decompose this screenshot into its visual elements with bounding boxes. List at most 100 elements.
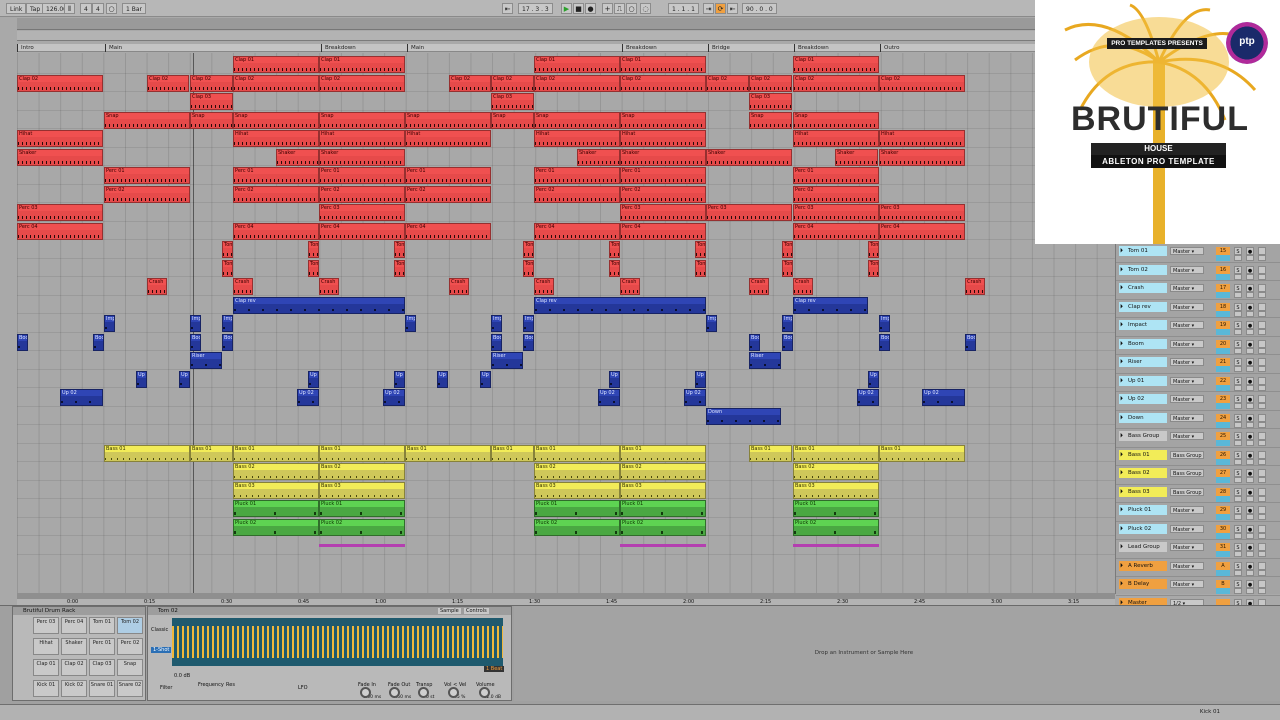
shot-mode[interactable]: 1-Shot <box>151 647 172 653</box>
pan-control[interactable] <box>1216 347 1230 354</box>
stop-icon[interactable]: ■ <box>573 3 584 14</box>
output-routing-select[interactable]: Master ▾ <box>1170 543 1204 551</box>
solo-button[interactable]: S <box>1234 395 1242 403</box>
mixer-subbutton[interactable] <box>1258 514 1266 520</box>
clip[interactable]: Perc 01 <box>405 167 491 184</box>
solo-button[interactable]: S <box>1234 265 1242 274</box>
pan-control[interactable] <box>1216 255 1230 261</box>
mixer-row-pluck-01[interactable]: Pluck 01Master ▾ 29 S ● <box>1116 503 1280 522</box>
clip[interactable]: Riser <box>190 352 222 369</box>
track-name[interactable]: Riser <box>1119 357 1167 367</box>
pan-control[interactable] <box>1216 569 1230 576</box>
mixer-subbutton[interactable] <box>1258 347 1266 354</box>
mixer-subbutton[interactable] <box>1246 477 1254 483</box>
clip[interactable]: Boo <box>17 333 28 351</box>
clip[interactable]: Bass 01 <box>879 444 965 462</box>
track-lane-crash[interactable]: Crash Crash Crash Crash Crash Crash Crash Crash… <box>17 277 1115 296</box>
metronome-icon[interactable]: ⦀ <box>64 3 75 14</box>
drum-pad[interactable]: Perc 03 <box>33 617 59 634</box>
solo-button[interactable]: S <box>1234 543 1242 551</box>
clip[interactable]: Up 02 <box>598 389 620 406</box>
clip[interactable]: Pluck 01 <box>534 500 620 517</box>
monitor-button[interactable] <box>1258 247 1266 255</box>
clip[interactable] <box>620 544 706 547</box>
clip[interactable]: Crash <box>793 278 813 295</box>
arm-button[interactable]: ● <box>1246 284 1254 292</box>
monitor-button[interactable] <box>1258 432 1266 440</box>
arm-button[interactable]: ● <box>1246 580 1254 588</box>
output-routing-select[interactable]: Bass Group ▾ <box>1170 450 1204 459</box>
monitor-button[interactable] <box>1258 469 1266 477</box>
solo-button[interactable]: S <box>1234 561 1242 570</box>
mixer-subbutton[interactable] <box>1246 403 1254 409</box>
drum-pad[interactable]: Tom 02 <box>117 617 143 634</box>
clip[interactable]: Bass 01 <box>319 444 405 462</box>
monitor-button[interactable] <box>1258 321 1266 329</box>
pan-control[interactable] <box>1216 440 1230 446</box>
monitor-button[interactable] <box>1258 543 1266 551</box>
clip[interactable]: Tom <box>394 259 405 277</box>
mixer-subbutton[interactable] <box>1234 458 1242 465</box>
mixer-subbutton[interactable] <box>1258 569 1266 576</box>
mixer-subbutton[interactable] <box>1234 255 1242 261</box>
clip[interactable]: Hihat <box>793 130 879 147</box>
pan-control[interactable] <box>1216 532 1230 539</box>
clip[interactable]: Snap <box>793 111 879 129</box>
arrangement-overview[interactable] <box>17 18 1035 30</box>
mixer-subbutton[interactable] <box>1234 310 1242 317</box>
mixer-subbutton[interactable] <box>1234 292 1242 298</box>
locator-main[interactable]: Main <box>407 44 424 52</box>
clip[interactable]: Perc 04 <box>793 222 879 240</box>
song-position[interactable]: 17 . 3 . 3 <box>518 3 553 14</box>
drum-pad[interactable]: Snare 01 <box>89 680 115 697</box>
arm-button[interactable]: ● <box>1246 450 1254 459</box>
mixer-subbutton[interactable] <box>1246 255 1254 261</box>
clip[interactable]: Clap 02 <box>491 74 534 92</box>
track-activator[interactable]: 29 <box>1216 506 1230 514</box>
mixer-subbutton[interactable] <box>1258 310 1266 317</box>
clip[interactable]: Pluck 02 <box>620 518 706 536</box>
locator-breakdown[interactable]: Breakdown <box>321 44 356 52</box>
clip[interactable]: Crash <box>233 278 253 295</box>
output-routing-select[interactable]: Master ▾ <box>1170 376 1204 385</box>
output-routing-select[interactable]: Master ▾ <box>1170 339 1204 348</box>
simpler-device[interactable]: Tom 02 Sample Controls Classic 1-Shot 0.… <box>147 606 512 701</box>
output-routing-select[interactable]: Master ▾ <box>1170 284 1204 292</box>
mixer-row-up-01[interactable]: Up 01Master ▾ 22 S ● <box>1116 374 1280 392</box>
clip[interactable]: Tom <box>523 259 534 277</box>
track-lane-clap-02[interactable]: Clap 02 Clap 02 Clap 02 Clap 02 Clap 02 Clap … <box>17 74 1115 92</box>
clip[interactable]: Bass 01 <box>749 444 792 462</box>
solo-button[interactable]: S <box>1234 413 1242 422</box>
beat-time-ruler[interactable] <box>17 31 1035 41</box>
pan-control[interactable] <box>1216 292 1230 298</box>
track-name[interactable]: Bass 01 <box>1119 449 1167 460</box>
clip[interactable]: Tom <box>222 241 233 258</box>
clip[interactable]: Snap <box>491 111 534 129</box>
mixer-row-clap-rev[interactable]: Clap revMaster ▾ 18 S ● <box>1116 300 1280 318</box>
mixer-subbutton[interactable] <box>1234 588 1242 594</box>
clip[interactable]: Riser <box>749 352 781 369</box>
clip[interactable]: Clap 02 <box>879 74 965 92</box>
track-activator[interactable]: 20 <box>1216 339 1230 348</box>
track-lane-pluck-02[interactable]: Pluck 02 Pluck 02 Pluck 02 Pluck 02 Pluck 02 <box>17 518 1115 536</box>
gain-value[interactable]: 0.0 dB <box>174 673 190 679</box>
track-activator[interactable]: 31 <box>1216 543 1230 551</box>
clip[interactable]: Snap <box>104 111 190 129</box>
track-lane-clap-01[interactable]: Clap 01 Clap 01 Clap 01 Clap 01 Clap 01 <box>17 55 1115 74</box>
mixer-subbutton[interactable] <box>1258 329 1266 335</box>
clip[interactable]: Pluck 01 <box>620 500 706 517</box>
output-routing-select[interactable]: Master ▾ <box>1170 395 1204 403</box>
mixer-subbutton[interactable] <box>1234 347 1242 354</box>
mixer-subbutton[interactable] <box>1258 458 1266 465</box>
clip[interactable]: Crash <box>620 278 640 295</box>
pan-control[interactable] <box>1216 421 1230 428</box>
track-name[interactable]: Up 01 <box>1119 375 1167 386</box>
clip[interactable]: Up 0 <box>394 370 405 388</box>
clip[interactable]: Tom <box>782 241 793 258</box>
mixer-subbutton[interactable] <box>1246 532 1254 539</box>
clip[interactable]: Perc 01 <box>620 167 706 184</box>
fade-in-knob[interactable] <box>360 687 371 698</box>
capture-icon[interactable]: ◌ <box>640 3 651 14</box>
clip[interactable]: Up 0 <box>695 370 706 388</box>
clip[interactable]: Clap 01 <box>793 56 879 73</box>
